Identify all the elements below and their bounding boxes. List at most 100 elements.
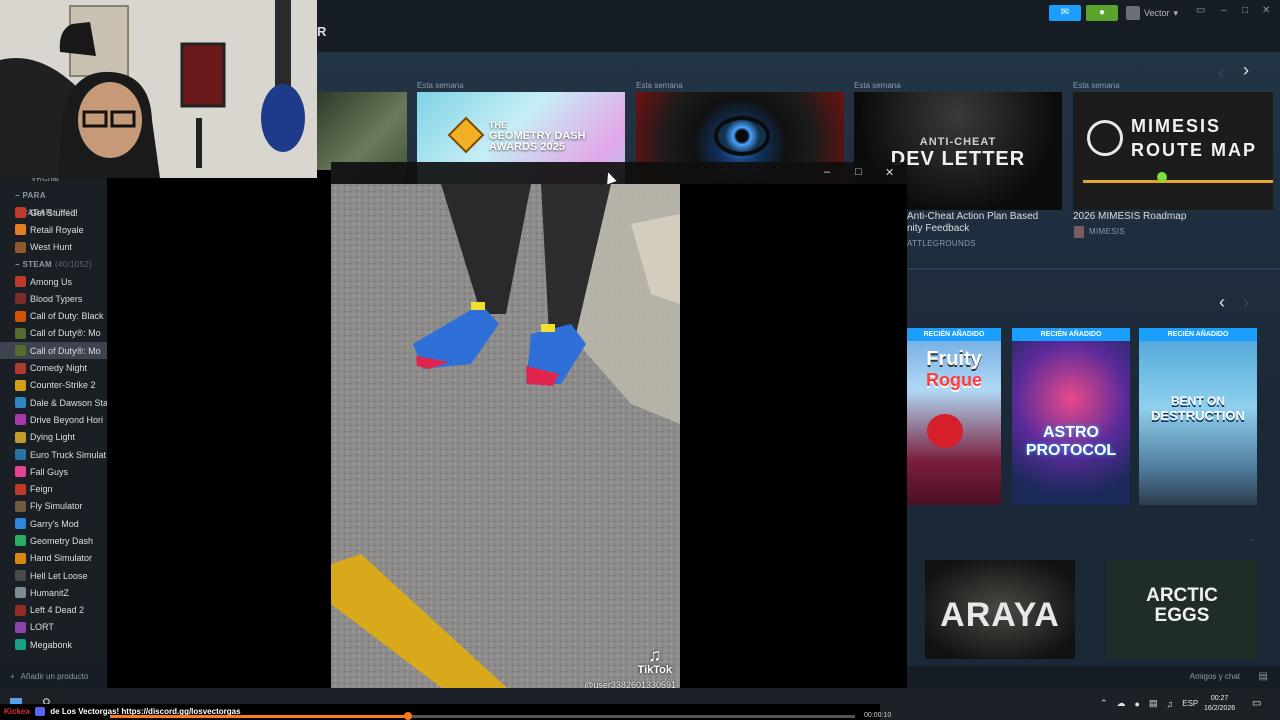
webcam-scene bbox=[0, 0, 317, 178]
tile-art-text: AWARDS 2025 bbox=[489, 141, 565, 153]
sidebar-game-item[interactable]: Hand Simulator bbox=[0, 550, 107, 567]
video-letterbox-left bbox=[107, 170, 331, 710]
language-indicator[interactable]: ESP bbox=[1182, 699, 1198, 708]
route-line bbox=[1083, 180, 1273, 183]
sidebar-game-item[interactable]: Counter-Strike 2 bbox=[0, 377, 107, 394]
sidebar-game-label: Call of Duty®: Mo bbox=[30, 345, 101, 356]
game-icon bbox=[15, 639, 26, 651]
close-icon[interactable]: ✕ bbox=[885, 166, 894, 179]
mic-arm bbox=[196, 118, 202, 168]
sidebar-game-item[interactable]: Blood Typers bbox=[0, 290, 107, 307]
new-releases-prev-icon[interactable]: ‹ bbox=[1219, 292, 1225, 313]
scroll-top-icon[interactable]: ⌃ bbox=[1247, 538, 1255, 549]
sidebar-game-item[interactable]: Dying Light bbox=[0, 429, 107, 446]
minimize-icon[interactable]: – bbox=[824, 166, 830, 178]
tiktok-icon: ♫ bbox=[648, 645, 662, 665]
event-week-label: Esta semana bbox=[854, 81, 901, 90]
sidebar-game-item[interactable]: Drive Beyond Hori bbox=[0, 411, 107, 428]
game-icon bbox=[15, 449, 26, 460]
game-icon bbox=[15, 414, 26, 426]
progress-knob[interactable] bbox=[404, 712, 412, 720]
section-divider bbox=[907, 268, 1280, 270]
game-icon bbox=[15, 518, 26, 530]
sidebar-game-item[interactable]: Feign bbox=[0, 480, 107, 497]
apple-art bbox=[927, 414, 963, 448]
event-tile-mimesis[interactable]: MIMESIS ROUTE MAP bbox=[1073, 92, 1273, 210]
sidebar-game-item[interactable]: Fall Guys bbox=[0, 463, 107, 480]
sidebar-game-item[interactable]: Left 4 Dead 2 bbox=[0, 602, 107, 619]
game-tile-arctic-eggs[interactable]: ARCTIC EGGS bbox=[1107, 560, 1257, 659]
route-node bbox=[1157, 172, 1167, 182]
sidebar-game-item[interactable]: Retail Royale bbox=[0, 221, 107, 238]
event-title[interactable]: nity Feedback bbox=[907, 223, 969, 234]
maximize-icon[interactable]: □ bbox=[1242, 5, 1248, 16]
chevron-up-icon[interactable]: ⌃ bbox=[1100, 698, 1108, 709]
sidebar-group-header[interactable]: − STEAM (40/1052) bbox=[0, 256, 107, 273]
tile-art-text: ARCTIC bbox=[1146, 585, 1218, 606]
sidebar-game-label: Garry's Mod bbox=[30, 518, 79, 529]
game-icon bbox=[15, 621, 26, 633]
user-menu[interactable]: Vector ▾ bbox=[1126, 5, 1178, 21]
minimize-icon[interactable]: – bbox=[1221, 5, 1227, 16]
taskbar-clock[interactable]: 00:27 16/2/2026 bbox=[1204, 694, 1235, 714]
card-art-text: Rogue bbox=[926, 370, 982, 390]
tiktok-label: TikTok bbox=[637, 664, 672, 676]
sidebar-game-item[interactable]: Euro Truck Simulat bbox=[0, 446, 107, 463]
sidebar-game-item[interactable]: Among Us bbox=[0, 273, 107, 290]
sidebar-game-item[interactable]: Dale & Dawson Sta bbox=[0, 394, 107, 411]
eye-art-icon bbox=[714, 116, 770, 156]
system-tray: ⌃ ☁ ● ▤ ♫ ESP bbox=[1100, 698, 1198, 709]
announcements-button[interactable]: ✉ bbox=[1049, 5, 1081, 21]
game-card-fruity-rogue[interactable]: RECIÉN AÑADIDO Fruity Rogue bbox=[907, 328, 1001, 505]
video-frame[interactable]: ♫ TikTok @user3382601330591 bbox=[331, 184, 680, 710]
game-tile-araya[interactable]: ARAYA bbox=[925, 560, 1075, 659]
microphone-icon[interactable]: ● bbox=[1135, 699, 1140, 709]
event-title[interactable]: Anti-Cheat Action Plan Based bbox=[907, 211, 1038, 222]
sidebar-game-label: Get Stuffed! bbox=[30, 207, 78, 218]
sidebar-game-item[interactable]: Hell Let Loose bbox=[0, 567, 107, 584]
sidebar-game-item[interactable]: Comedy Night bbox=[0, 359, 107, 376]
big-picture-icon[interactable]: ▭ bbox=[1196, 5, 1205, 16]
poster-frame bbox=[180, 42, 226, 108]
game-card-bent-on-destruction[interactable]: RECIÉN AÑADIDO BENT ON DESTRUCTION bbox=[1139, 328, 1257, 505]
notifications-button[interactable]: ● bbox=[1086, 5, 1118, 21]
sidebar-game-item[interactable]: LORT bbox=[0, 619, 107, 636]
sidebar-game-item[interactable]: Megabonk bbox=[0, 636, 107, 653]
sidebar-game-item[interactable]: Geometry Dash bbox=[0, 532, 107, 549]
sidebar-game-item[interactable]: HumanitZ bbox=[0, 584, 107, 601]
library-sidebar: VRChat − PARA GRABAR (3/43) Get Stuffed! Re… bbox=[0, 170, 107, 666]
user-name: Vector bbox=[1144, 8, 1170, 18]
clock-date: 16/2/2026 bbox=[1204, 705, 1236, 712]
event-title[interactable]: 2026 MIMESIS Roadmap bbox=[1073, 211, 1186, 222]
event-week-label: Esta semana bbox=[636, 81, 683, 90]
carousel-prev-icon[interactable]: ‹ bbox=[1218, 62, 1224, 83]
sidebar-game-label: Hand Simulator bbox=[30, 553, 93, 564]
new-releases-next-icon[interactable]: › bbox=[1243, 292, 1249, 313]
carousel-next-icon[interactable]: › bbox=[1243, 60, 1249, 81]
friends-chat-bar[interactable]: Amigos y chat ▤ bbox=[907, 666, 1280, 688]
maximize-icon[interactable]: □ bbox=[855, 166, 862, 178]
game-icon bbox=[15, 431, 26, 443]
sidebar-game-label: Retail Royale bbox=[30, 224, 84, 235]
sidebar-game-item[interactable]: Garry's Mod bbox=[0, 515, 107, 532]
notification-center-icon[interactable]: ▭ bbox=[1252, 698, 1261, 709]
volume-icon[interactable]: ♫ bbox=[1167, 699, 1174, 709]
video-window-titlebar[interactable]: – □ ✕ bbox=[331, 162, 907, 184]
sidebar-game-label: HumanitZ bbox=[30, 587, 70, 598]
sidebar-group-header[interactable]: − PARA GRABAR (3/43) bbox=[0, 187, 107, 217]
screen: R ✉ ● Vector ▾ ▭ – □ ✕ ‹ › Esta semana E… bbox=[0, 0, 1280, 720]
video-progress-bar[interactable] bbox=[110, 712, 855, 720]
sidebar-game-item[interactable]: Call of Duty®: Mo bbox=[0, 325, 107, 342]
sidebar-game-item[interactable]: Call of Duty: Black bbox=[0, 307, 107, 324]
sidebar-game-item[interactable]: Fly Simulator bbox=[0, 498, 107, 515]
sidebar-game-item[interactable]: West Hunt bbox=[0, 239, 107, 256]
tiktok-watermark: ♫ TikTok bbox=[638, 646, 672, 676]
network-icon[interactable]: ▤ bbox=[1149, 698, 1158, 709]
sidebar-game-item[interactable]: Call of Duty®: Mo bbox=[0, 342, 107, 360]
close-icon[interactable]: ✕ bbox=[1262, 5, 1270, 16]
onedrive-icon[interactable]: ☁ bbox=[1117, 698, 1126, 709]
sidebar-game-label: Left 4 Dead 2 bbox=[30, 605, 85, 616]
add-product-button[interactable]: + Añadir un producto bbox=[0, 666, 107, 688]
game-card-astro-protocol[interactable]: RECIÉN AÑADIDO ASTRO PROTOCOL bbox=[1012, 328, 1130, 505]
sidebar-game-label: Dale & Dawson Sta bbox=[30, 397, 107, 408]
